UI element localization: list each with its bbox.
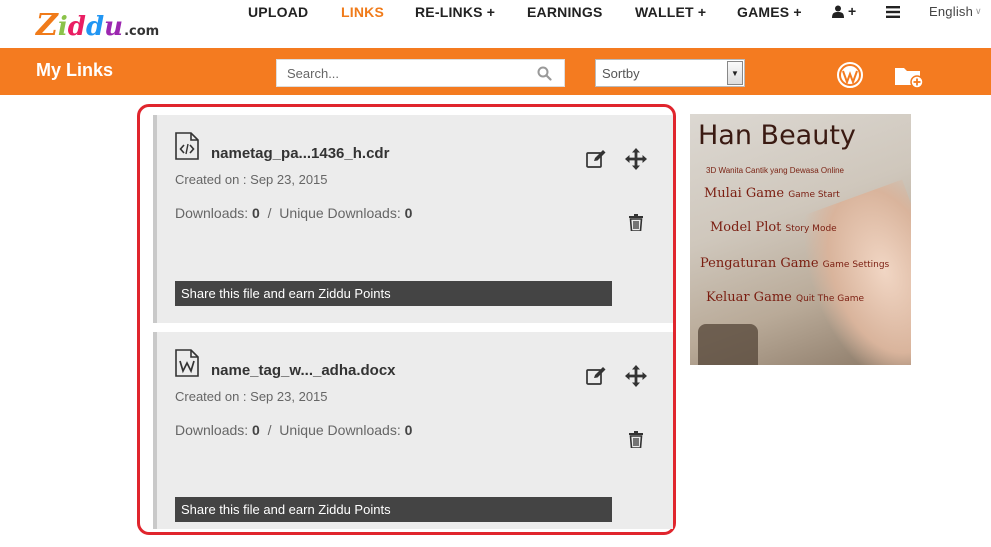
nav-wallet[interactable]: WALLET + bbox=[635, 4, 706, 20]
nav-user-menu[interactable]: + bbox=[832, 3, 856, 19]
edit-icon[interactable] bbox=[586, 366, 607, 385]
language-label: English bbox=[929, 4, 974, 19]
nav-games[interactable]: GAMES + bbox=[737, 4, 802, 20]
file-name[interactable]: nametag_pa...1436_h.cdr bbox=[211, 145, 389, 162]
share-button[interactable]: Share this file and earn Ziddu Points bbox=[175, 281, 612, 306]
unique-downloads-label: Unique Downloads: bbox=[279, 205, 401, 221]
ad-menu-item: Model Plot Story Mode bbox=[710, 220, 837, 235]
created-date: Created on : Sep 23, 2015 bbox=[175, 389, 328, 404]
trash-icon[interactable] bbox=[629, 431, 643, 448]
file-name[interactable]: name_tag_w..._adha.docx bbox=[211, 362, 396, 379]
downloads-label: Downloads: bbox=[175, 205, 249, 221]
downloads-label: Downloads: bbox=[175, 422, 249, 438]
nav-user-plus: + bbox=[848, 3, 857, 19]
code-file-icon bbox=[175, 132, 199, 160]
edit-icon[interactable] bbox=[586, 149, 607, 168]
ad-menu-item: Mulai Game Game Start bbox=[704, 186, 840, 201]
search-input[interactable] bbox=[277, 60, 527, 86]
word-file-icon bbox=[175, 349, 199, 377]
unique-downloads-label: Unique Downloads: bbox=[279, 422, 401, 438]
file-card-list: nametag_pa...1436_h.cdr Created on : Sep… bbox=[137, 104, 676, 535]
nav-earnings[interactable]: EARNINGS bbox=[527, 4, 603, 20]
user-icon bbox=[832, 5, 844, 18]
stats-separator: / bbox=[267, 422, 272, 438]
nav-links[interactable]: LINKS bbox=[341, 4, 384, 20]
file-card: name_tag_w..._adha.docx Created on : Sep… bbox=[153, 332, 673, 529]
nav-upload[interactable]: UPLOAD bbox=[248, 4, 308, 20]
card-divider bbox=[153, 323, 673, 332]
unique-downloads-count: 0 bbox=[404, 205, 413, 221]
hamburger-menu-button[interactable] bbox=[886, 5, 900, 21]
ad-menu-item: Keluar Game Quit The Game bbox=[706, 290, 865, 305]
move-icon[interactable] bbox=[625, 148, 647, 170]
ad-menu-item: Pengaturan Game Game Settings bbox=[700, 256, 890, 271]
download-stats: Downloads: 0 / Unique Downloads: 0 bbox=[175, 205, 412, 221]
ad-subtitle: 3D Wanita Cantik yang Dewasa Online bbox=[706, 166, 844, 175]
created-date: Created on : Sep 23, 2015 bbox=[175, 172, 328, 187]
hamburger-icon bbox=[886, 6, 900, 18]
trash-icon[interactable] bbox=[629, 214, 643, 231]
dropdown-arrow-icon[interactable]: ▼ bbox=[727, 61, 743, 85]
downloads-count: 0 bbox=[252, 422, 260, 438]
move-icon[interactable] bbox=[625, 365, 647, 387]
sort-label: Sortby bbox=[602, 66, 640, 81]
page-title: My Links bbox=[36, 60, 114, 80]
share-button[interactable]: Share this file and earn Ziddu Points bbox=[175, 497, 612, 522]
file-card: nametag_pa...1436_h.cdr Created on : Sep… bbox=[153, 115, 673, 323]
wordpress-icon[interactable] bbox=[837, 62, 863, 88]
unique-downloads-count: 0 bbox=[404, 422, 413, 438]
top-navigation: Zi d d u .com UPLOAD LINKS RE-LINKS + EARNIN… bbox=[0, 0, 991, 48]
add-folder-icon[interactable] bbox=[894, 65, 926, 89]
ad-title: Han Beauty bbox=[698, 120, 856, 151]
download-stats: Downloads: 0 / Unique Downloads: 0 bbox=[175, 422, 412, 438]
ziddu-logo[interactable]: Zi d d u .com bbox=[36, 8, 160, 43]
language-selector[interactable]: English ∨ bbox=[929, 4, 982, 19]
ad-illustration bbox=[789, 179, 911, 365]
stats-separator: / bbox=[267, 205, 272, 221]
nav-relinks[interactable]: RE-LINKS + bbox=[415, 4, 495, 20]
search-icon[interactable] bbox=[537, 66, 552, 81]
advertisement-banner[interactable]: Han Beauty 3D Wanita Cantik yang Dewasa … bbox=[690, 114, 911, 365]
search-box bbox=[276, 59, 565, 87]
chevron-down-icon: ∨ bbox=[975, 6, 982, 16]
logo-suffix: .com bbox=[124, 24, 160, 39]
page-toolbar: My Links Sortby ▼ bbox=[0, 48, 991, 95]
sort-select[interactable]: Sortby ▼ bbox=[595, 59, 745, 87]
ad-illustration-pot bbox=[698, 324, 758, 365]
downloads-count: 0 bbox=[252, 205, 260, 221]
